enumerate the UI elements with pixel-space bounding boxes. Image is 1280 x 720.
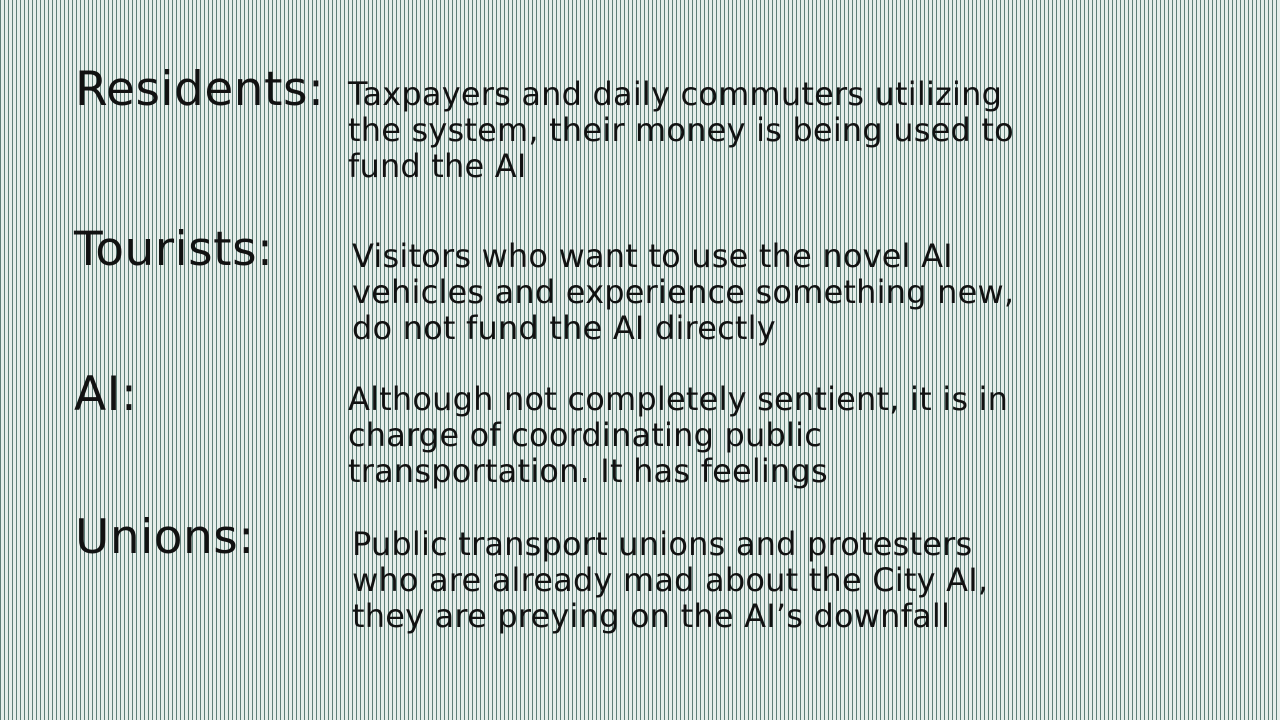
unions-term: Unions: xyxy=(75,510,255,565)
tourists-term: Tourists: xyxy=(74,222,274,277)
residents-description: Taxpayers and daily commuters utilizing … xyxy=(348,75,1014,185)
unions-description: Public transport unions and protesters w… xyxy=(352,525,989,635)
residents-term: Residents: xyxy=(75,62,325,117)
ai-description: Although not completely sentient, it is … xyxy=(348,380,1009,490)
slide: Residents: Taxpayers and daily commuters… xyxy=(0,0,1280,720)
tourists-description: Visitors who want to use the novel AI ve… xyxy=(352,237,1015,347)
ai-term: AI: xyxy=(74,367,138,422)
